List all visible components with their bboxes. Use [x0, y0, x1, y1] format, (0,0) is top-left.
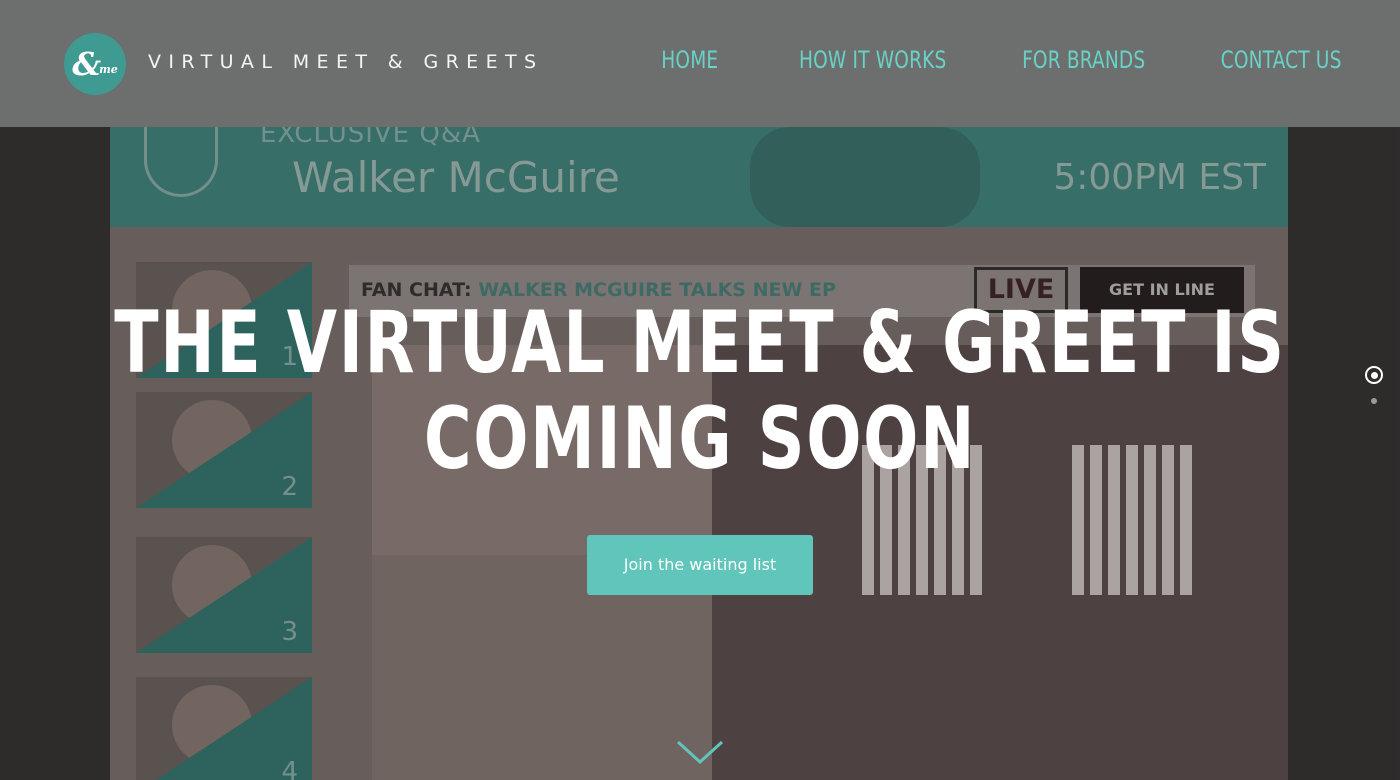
join-waiting-list-button[interactable]: Join the waiting list: [587, 535, 813, 595]
nav-how-it-works[interactable]: HOW IT WORKS: [799, 46, 946, 74]
pager-dot-icon[interactable]: [1365, 366, 1383, 384]
site-header: &me VIRTUAL MEET & GREETS HOME HOW IT WO…: [0, 0, 1400, 127]
nav-contact-us[interactable]: CONTACT US: [1221, 46, 1342, 74]
logo-icon[interactable]: &me: [64, 33, 126, 95]
logo-glyph: &me: [72, 45, 118, 83]
hero-headline: THE VIRTUAL MEET & GREET IS COMING SOON: [0, 295, 1400, 487]
chevron-down-icon[interactable]: [675, 738, 725, 768]
pager-dot-icon[interactable]: [1371, 398, 1377, 404]
hero-headline-line-2: COMING SOON: [423, 389, 977, 489]
hero-headline-line-1: THE VIRTUAL MEET & GREET IS: [114, 293, 1286, 393]
section-pager: [1365, 366, 1383, 404]
main-nav: HOME HOW IT WORKS FOR BRANDS CONTACT US: [596, 46, 1342, 74]
brand-title[interactable]: VIRTUAL MEET & GREETS: [148, 51, 543, 73]
nav-for-brands[interactable]: FOR BRANDS: [1022, 46, 1145, 74]
nav-home[interactable]: HOME: [662, 46, 719, 74]
